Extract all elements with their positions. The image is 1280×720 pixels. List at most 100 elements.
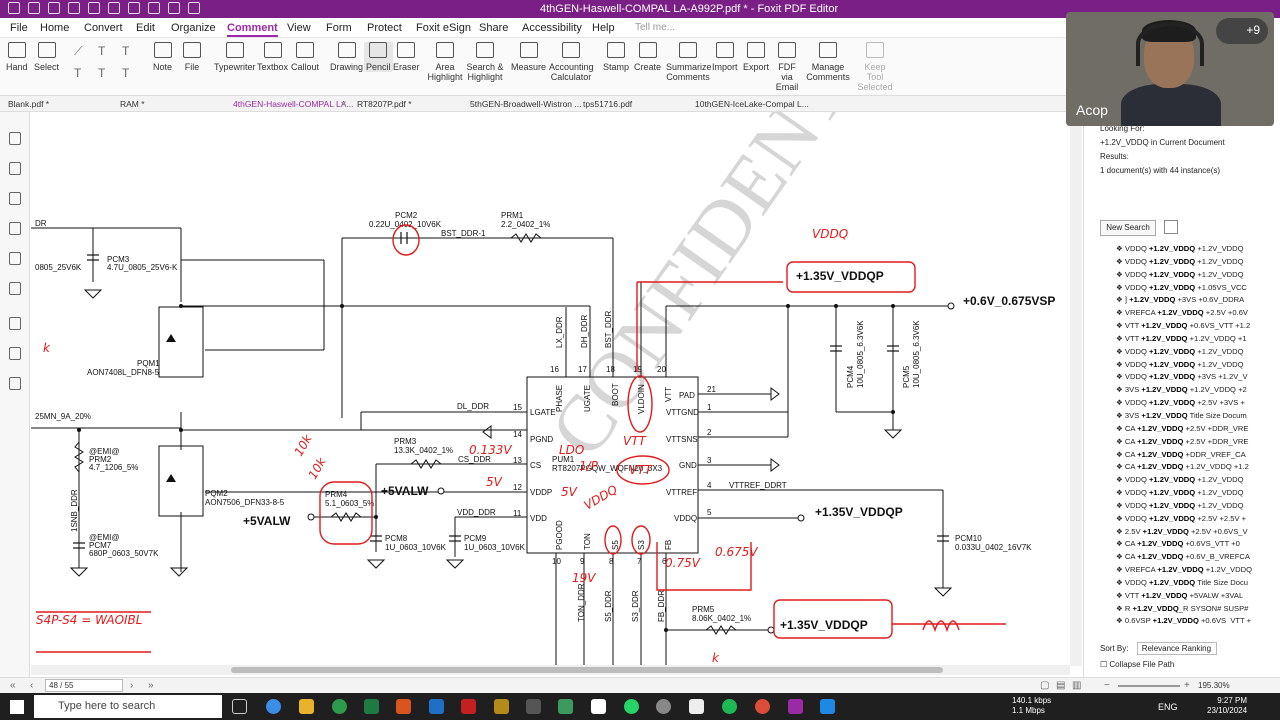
fdf-via-email-tool[interactable]: FDF via Email [772,42,802,92]
single-page-icon[interactable]: ▢ [1040,680,1049,691]
search-result-item[interactable]: ❖ CA +1.2V_VDDQ +0.6VS_VTT +0 [1116,539,1266,552]
excel-icon[interactable] [364,699,379,714]
search-result-item[interactable]: ❖ VDDQ +1.2V_VDDQ +1.2V_VDDQ [1116,475,1266,488]
search-results-list[interactable]: ❖ VDDQ +1.2V_VDDQ +1.2V_VDDQ ❖ VDDQ +1.2V… [1116,244,1266,624]
copilot-icon[interactable] [266,699,281,714]
drawing-tool[interactable]: Drawing [330,42,363,72]
comments-icon[interactable] [9,192,21,205]
search-result-item[interactable]: ❖ VTT +1.2V_VDDQ +5VALW +3VAL [1116,591,1266,604]
hand-tool[interactable]: Hand [6,42,28,72]
language-indicator[interactable]: ENG [1158,702,1178,712]
bookmark-icon[interactable] [9,132,21,145]
search-result-item[interactable]: ❖ ] +1.2V_VDDQ +3VS +0.6V_DDRA [1116,295,1266,308]
chrome-icon[interactable] [755,699,770,714]
measure-tool[interactable]: Measure [511,42,546,72]
search-result-item[interactable]: ❖ VDDQ +1.2V_VDDQ +1.2V_VDDQ [1116,270,1266,283]
keep-tool-selected[interactable]: Keep Tool Selected [856,42,894,92]
print-icon[interactable] [48,2,60,14]
search-result-item[interactable]: ❖ 3VS +1.2V_VDDQ Title Size Docum [1116,411,1266,424]
zoom-in-icon[interactable]: + [1184,680,1190,691]
manage-comments-tool[interactable]: Manage Comments [806,42,850,82]
sort-dropdown[interactable]: Relevance Ranking [1136,642,1217,655]
search-result-item[interactable]: ❖ VDDQ +1.2V_VDDQ +1.2V_VDDQ [1116,501,1266,514]
menu-comment[interactable]: Comment [227,22,278,37]
prev-page-icon[interactable]: ‹ [30,680,33,691]
export-results-icon[interactable] [1164,220,1178,234]
layers-icon[interactable] [9,222,21,235]
area-highlight-tool[interactable]: Area Highlight [426,42,464,82]
qb-icon[interactable] [332,699,347,714]
search-result-item[interactable]: ❖ CA +1.2V_VDDQ +1.2V_VDDQ +1.2 [1116,462,1266,475]
tell-me-search[interactable]: Tell me... [635,22,675,33]
accounting-calculator-tool[interactable]: Accounting Calculator [549,42,594,82]
task-view-icon[interactable] [232,699,247,714]
menu-help[interactable]: Help [592,22,615,34]
cursor-icon[interactable] [168,2,180,14]
whatsapp-icon[interactable] [624,699,639,714]
tab-tps51716[interactable]: tps51716.pdf [583,99,632,109]
close-tab-icon[interactable]: ✕ [340,99,347,110]
articles-icon[interactable] [9,317,21,330]
taskbar-search[interactable]: Type here to search [34,695,222,718]
search-result-item[interactable]: ❖ CA +1.2V_VDDQ +DDR_VREF_CA [1116,450,1266,463]
vertical-scrollbar[interactable] [1070,112,1082,666]
typewriter-tool[interactable]: Typewriter [214,42,256,72]
search-result-item[interactable]: ❖ VDDQ +1.2V_VDDQ +1.05VS_VCC [1116,283,1266,296]
search-highlight-tool[interactable]: Search & Highlight [466,42,504,82]
spotify-icon[interactable] [722,699,737,714]
customize-icon[interactable] [188,2,200,14]
insert-text-icon[interactable]: T [74,66,81,80]
text-icon[interactable]: T [98,44,105,58]
search-result-item[interactable]: ❖ VDDQ +1.2V_VDDQ +1.2V_VDDQ [1116,257,1266,270]
zoom-slider[interactable] [1118,685,1180,687]
app-icon-4[interactable] [656,699,671,714]
app-icon-5[interactable] [689,699,704,714]
menu-protect[interactable]: Protect [367,22,402,34]
file-tool[interactable]: File [183,42,201,72]
pencil-tool[interactable]: Pencil [364,42,393,72]
search-result-item[interactable]: ❖ VTT +1.2V_VDDQ +1.2V_VDDQ +1 [1116,334,1266,347]
clock[interactable]: 9:27 PM 23/10/2024 [1207,696,1247,716]
search-result-item[interactable]: ❖ VDDQ +1.2V_VDDQ +3VS +1.2V_V [1116,372,1266,385]
unit-app-icon[interactable] [461,699,476,714]
search-result-item[interactable]: ❖ CA +1.2V_VDDQ +2.5V +DDR_VRE [1116,424,1266,437]
search-result-item[interactable]: ❖ VDDQ +1.2V_VDDQ +2.5V +2.5V + [1116,514,1266,527]
stamp-tool[interactable]: Stamp [603,42,629,72]
last-page-icon[interactable]: » [148,680,154,691]
save-icon[interactable] [28,2,40,14]
strikeout-icon[interactable]: T [122,66,129,80]
export-tool[interactable]: Export [743,42,769,72]
search-result-item[interactable]: ❖ VDDQ +1.2V_VDDQ Title Size Docu [1116,578,1266,591]
highlight-icon[interactable]: ⟋ [74,44,82,59]
menu-home[interactable]: Home [40,22,69,34]
menu-convert[interactable]: Convert [84,22,123,34]
page-number-input[interactable]: 48 / 55 [45,679,123,692]
menu-form[interactable]: Form [326,22,352,34]
app-icon-3[interactable] [558,699,573,714]
outlook-icon[interactable] [429,699,444,714]
search-result-item[interactable]: ❖ CA +1.2V_VDDQ +2.5V +DDR_VRE [1116,437,1266,450]
undo-icon[interactable] [108,2,120,14]
tab-blank[interactable]: Blank.pdf * [8,99,49,109]
tab-icelake[interactable]: 10thGEN-IceLake-Compal L... [695,99,809,109]
windows-start-icon[interactable] [10,700,24,714]
search-result-item[interactable]: ❖ VDDQ +1.2V_VDDQ +1.2V_VDDQ [1116,347,1266,360]
open-icon[interactable] [8,2,20,14]
app-icon[interactable] [494,699,509,714]
hand-icon[interactable] [148,2,160,14]
foxit-icon[interactable] [396,699,411,714]
zoom-out-icon[interactable]: − [1104,680,1110,691]
redo-icon[interactable] [128,2,140,14]
tab-broadwell[interactable]: 5thGEN-Broadwell-Wistron ... [470,99,581,109]
new-search-button[interactable]: New Search [1100,220,1156,236]
tab-rt8207p[interactable]: RT8207P.pdf * [357,99,412,109]
callout-tool[interactable]: Callout [291,42,319,72]
search-result-item[interactable]: ❖ VDDQ +1.2V_VDDQ +1.2V_VDDQ [1116,360,1266,373]
search-result-item[interactable]: ❖ VTT +1.2V_VDDQ +0.6VS_VTT +1.2 [1116,321,1266,334]
zoom-level[interactable]: 195.30% [1198,681,1230,690]
search-result-item[interactable]: ❖ 3VS +1.2V_VDDQ +1.2V_VDDQ +2 [1116,385,1266,398]
search-result-item[interactable]: ❖ VREFCA +1.2V_VDDQ +1.2V_VDDQ [1116,565,1266,578]
app-icon-2[interactable] [526,699,541,714]
menu-foxit-esign[interactable]: Foxit eSign [416,22,471,34]
facing-icon[interactable]: ▥ [1072,680,1081,691]
